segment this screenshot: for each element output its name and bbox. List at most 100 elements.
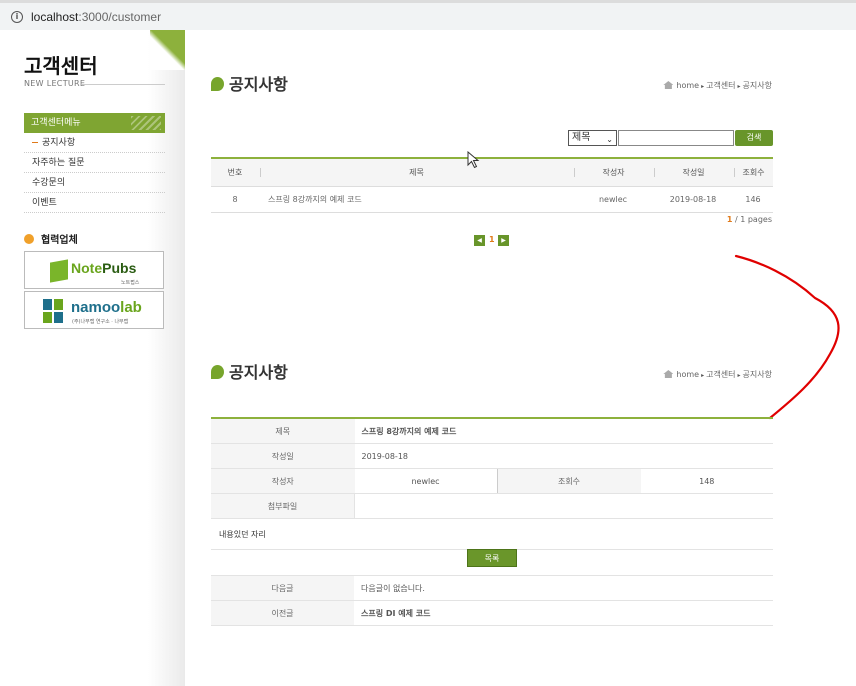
detail-row-writer: 작성자 newlec 조회수 148 bbox=[211, 468, 773, 494]
column-header-no: 번호 bbox=[211, 157, 259, 187]
content-body: 내용있던 자리 bbox=[211, 518, 773, 550]
label-prev: 이전글 bbox=[211, 600, 354, 626]
sidebar-item-event[interactable]: 이벤트 bbox=[24, 193, 165, 213]
breadcrumb-customer[interactable]: 고객센터 bbox=[706, 81, 735, 90]
detail-breadcrumb-home[interactable]: home bbox=[676, 370, 699, 379]
list-button[interactable]: 목록 bbox=[467, 549, 517, 567]
url-path: :3000/customer bbox=[78, 10, 162, 24]
prev-next-table: 다음글 다음글이 없습니다. 이전글 스프링 DI 예제 코드 bbox=[211, 575, 773, 626]
red-annotation-curve bbox=[734, 254, 840, 420]
info-icon[interactable]: i bbox=[11, 11, 23, 23]
label-writer: 작성자 bbox=[211, 468, 355, 494]
namoolab-tagline: (주)나무랩 연구소 · 나무랩 bbox=[72, 319, 129, 325]
label-date: 작성일 bbox=[211, 443, 355, 469]
arrow-right-icon: ▸ bbox=[737, 372, 741, 379]
breadcrumb-home[interactable]: home bbox=[676, 81, 699, 90]
detail-row-date: 작성일 2019-08-18 bbox=[211, 443, 773, 469]
list-page-title: 공지사항 bbox=[211, 71, 288, 95]
page-number-current[interactable]: 1 bbox=[489, 235, 495, 244]
page-info: 1 / 1 pages bbox=[727, 215, 772, 224]
detail-breadcrumb-customer[interactable]: 고객센터 bbox=[706, 370, 735, 379]
value-writer: newlec bbox=[354, 468, 498, 494]
notepubs-name-a: Note bbox=[71, 260, 103, 276]
cell-date: 2019-08-18 bbox=[653, 186, 733, 213]
value-title: 스프링 8강까지의 예제 코드 bbox=[354, 417, 773, 444]
next-page-button[interactable]: ▶ bbox=[498, 235, 509, 246]
breadcrumb: home ▸ 고객센터 ▸ 공지사항 bbox=[663, 80, 772, 91]
sidebar-menu-heading-label: 고객센터메뉴 bbox=[31, 118, 81, 128]
column-separator bbox=[260, 168, 261, 177]
sidebar-corner-decoration bbox=[150, 30, 185, 70]
column-header-date: 작성일 bbox=[653, 157, 733, 187]
home-icon bbox=[663, 81, 674, 89]
sidebar-item-notice[interactable]: 공지사항 bbox=[24, 133, 165, 153]
search-input[interactable] bbox=[618, 130, 734, 146]
cell-writer: newlec bbox=[573, 186, 653, 213]
notepubs-logo-text: NotePubs bbox=[71, 260, 136, 276]
notepubs-logo-icon bbox=[50, 259, 68, 283]
cell-title-link[interactable]: 스프링 8강까지의 예제 코드 bbox=[259, 186, 573, 213]
partner-heading: 협력업체 bbox=[24, 231, 78, 246]
mouse-cursor-icon bbox=[467, 151, 480, 169]
url-text[interactable]: localhost:3000/customer bbox=[31, 10, 161, 24]
notepubs-tagline: 노트펍스 bbox=[121, 280, 140, 286]
page-info-current: 1 bbox=[726, 215, 733, 224]
list-page-title-text: 공지사항 bbox=[229, 75, 288, 94]
notice-list-table: 번호 제목 작성자 작성일 조회수 8 스프링 8강까지의 예제 코드 newl… bbox=[211, 157, 773, 213]
stripes-decoration bbox=[131, 116, 161, 130]
column-header-writer: 작성자 bbox=[573, 157, 653, 187]
label-hit: 조회수 bbox=[497, 468, 641, 494]
arrow-right-icon: ▸ bbox=[701, 372, 705, 379]
leaf-icon bbox=[211, 365, 224, 379]
sidebar-menu: 공지사항 자주하는 질문 수강문의 이벤트 bbox=[24, 133, 165, 213]
nav-row-prev: 이전글 스프링 DI 예제 코드 bbox=[211, 600, 773, 626]
column-separator bbox=[574, 168, 575, 177]
detail-page-title: 공지사항 bbox=[211, 359, 288, 383]
column-header-hit-label: 조회수 bbox=[742, 168, 765, 177]
column-header-title: 제목 bbox=[259, 157, 573, 187]
detail-row-file: 첨부파일 bbox=[211, 493, 773, 519]
arrow-right-icon: ▸ bbox=[737, 83, 741, 90]
partner-namoolab-link[interactable]: namoolab (주)나무랩 연구소 · 나무랩 bbox=[24, 291, 164, 329]
column-header-hit: 조회수 bbox=[733, 157, 773, 187]
chevron-down-icon: ⌄ bbox=[606, 135, 613, 144]
sidebar-subtitle: NEW LECTURE bbox=[24, 79, 86, 88]
namoolab-logo-text: namoolab bbox=[71, 299, 142, 316]
partner-heading-label: 협력업체 bbox=[41, 235, 78, 246]
sidebar-item-faq[interactable]: 자주하는 질문 bbox=[24, 153, 165, 173]
search-field-selected: 제목 bbox=[572, 132, 591, 143]
namoolab-logo-icon bbox=[43, 299, 65, 323]
value-file bbox=[354, 493, 773, 519]
sidebar-item-inquiry[interactable]: 수강문의 bbox=[24, 173, 165, 193]
arrow-right-icon: ▸ bbox=[701, 83, 705, 90]
namoolab-name-b: lab bbox=[120, 299, 142, 316]
namoolab-name-a: namoo bbox=[71, 299, 121, 316]
browser-address-bar[interactable]: i localhost:3000/customer bbox=[0, 0, 856, 30]
value-hit: 148 bbox=[640, 468, 773, 494]
value-next: 다음글이 없습니다. bbox=[354, 575, 773, 601]
label-file: 첨부파일 bbox=[211, 493, 355, 519]
sidebar-menu-heading: 고객센터메뉴 bbox=[24, 113, 165, 133]
url-host: localhost bbox=[31, 10, 79, 24]
detail-breadcrumb: home ▸ 고객센터 ▸ 공지사항 bbox=[663, 369, 772, 380]
value-date: 2019-08-18 bbox=[354, 443, 773, 469]
table-header-row: 번호 제목 작성자 작성일 조회수 bbox=[211, 157, 773, 187]
notepubs-name-b: Pubs bbox=[102, 260, 137, 276]
partner-notepubs-link[interactable]: NotePubs 노트펍스 bbox=[24, 251, 164, 289]
breadcrumb-notice: 공지사항 bbox=[742, 81, 772, 90]
column-header-title-label: 제목 bbox=[409, 168, 424, 177]
page-info-total: / 1 pages bbox=[734, 215, 772, 224]
search-field-select[interactable]: 제목 ⌄ bbox=[568, 130, 617, 146]
sidebar-divider bbox=[82, 84, 165, 85]
column-separator bbox=[734, 168, 735, 177]
leaf-icon bbox=[211, 77, 224, 91]
bullet-icon bbox=[24, 234, 34, 244]
detail-row-content: 내용있던 자리 bbox=[211, 518, 773, 550]
prev-post-link[interactable]: 스프링 DI 예제 코드 bbox=[354, 600, 773, 626]
search-button[interactable]: 검색 bbox=[735, 130, 773, 146]
label-next: 다음글 bbox=[211, 575, 354, 601]
table-row: 8 스프링 8강까지의 예제 코드 newlec 2019-08-18 146 bbox=[211, 186, 773, 213]
sidebar-title: 고객센터 bbox=[24, 54, 98, 78]
prev-page-button[interactable]: ◀ bbox=[474, 235, 485, 246]
detail-page-title-text: 공지사항 bbox=[229, 363, 288, 382]
